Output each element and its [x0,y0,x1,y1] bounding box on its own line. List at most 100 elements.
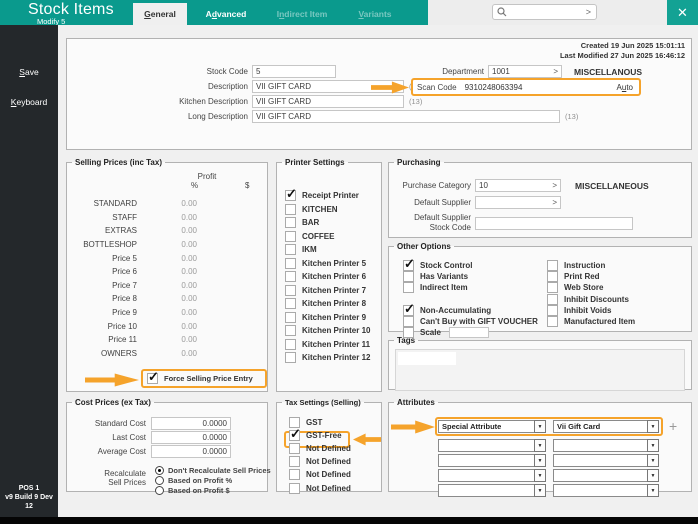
purchase-category-lookup-chevron[interactable]: > [549,181,557,190]
chevron-down-icon[interactable]: ▼ [534,439,546,452]
stock-code-field[interactable]: 5 [252,65,336,78]
chevron-down-icon[interactable]: ▼ [647,484,659,497]
tab-advanced[interactable]: Advanced [194,3,258,25]
chevron-down-icon[interactable]: ▼ [647,420,659,433]
default-supplier-lookup-chevron[interactable]: > [549,198,557,207]
price-value[interactable]: 0.00 [137,294,197,303]
search-go-button[interactable]: > [585,7,592,17]
keyboard-button[interactable]: Keyboard [0,97,58,107]
attribute-value-dropdown[interactable]: ▼ [553,469,659,482]
created-timestamp: Created 19 Jun 2025 15:01:11 [560,41,685,51]
price-value[interactable]: 0.00 [137,335,197,344]
recalc-radio-profit-dollar[interactable] [155,486,164,495]
tab-indirect-item[interactable]: Indirect Item [264,3,340,25]
attribute-type-dropdown[interactable]: ▼ [438,454,546,467]
close-icon: ✕ [677,5,688,21]
price-value[interactable]: 0.00 [137,267,197,276]
chevron-down-icon[interactable]: ▼ [647,454,659,467]
save-button[interactable]: Save [0,67,58,77]
printer-row: Kitchen Printer 8 [277,297,381,311]
printer-settings-panel: Printer Settings Receipt Printer KITCHEN… [276,158,382,392]
price-value[interactable]: 0.00 [137,308,197,317]
scan-code-auto-button[interactable]: Auto [617,83,633,92]
kitchen-description-field[interactable]: VII GIFT CARD [252,95,404,108]
printer-checkbox[interactable] [285,339,296,350]
price-value[interactable]: 0.00 [137,213,197,222]
tax-checkbox[interactable] [289,443,300,454]
tab-general[interactable]: General [133,3,187,25]
chevron-down-icon[interactable]: ▼ [647,469,659,482]
option-checkbox[interactable] [547,294,558,305]
average-cost-field[interactable]: 0.0000 [151,445,231,458]
printer-checkbox[interactable] [285,217,296,228]
printer-checkbox[interactable] [285,244,296,255]
last-cost-field[interactable]: 0.0000 [151,431,231,444]
tax-checkbox[interactable] [289,430,300,441]
option-checkbox[interactable] [403,305,414,316]
tags-area [395,349,685,391]
price-value[interactable]: 0.00 [137,240,197,249]
option-row: Inhibit Voids [547,305,635,316]
option-checkbox[interactable] [547,316,558,327]
attribute-type-dropdown[interactable]: ▼ [438,439,546,452]
attribute-value-dropdown[interactable]: Vii Gift Card▼ [553,420,659,433]
price-value[interactable]: 0.00 [137,254,197,263]
price-value[interactable]: 0.00 [137,199,197,208]
printer-checkbox[interactable] [285,204,296,215]
option-checkbox[interactable] [547,260,558,271]
option-checkbox[interactable] [547,271,558,282]
tax-checkbox[interactable] [289,483,300,494]
attribute-type-dropdown[interactable]: Special Attribute▼ [438,420,546,433]
attribute-value-dropdown[interactable]: ▼ [553,439,659,452]
tag-input[interactable] [398,352,456,365]
printer-checkbox[interactable] [285,352,296,363]
tax-checkbox[interactable] [289,469,300,480]
attribute-type-dropdown[interactable]: ▼ [438,469,546,482]
chevron-down-icon[interactable]: ▼ [534,469,546,482]
attribute-value-dropdown[interactable]: ▼ [553,484,659,497]
search-input[interactable] [510,8,585,17]
printer-checkbox[interactable] [285,258,296,269]
scan-code-field[interactable]: 9310248063394 [465,83,617,92]
default-supplier-stock-code-field[interactable] [475,217,633,230]
standard-cost-field[interactable]: 0.0000 [151,417,231,430]
recalc-radio-none[interactable] [155,466,164,475]
printer-row: BAR [277,216,381,230]
price-value[interactable]: 0.00 [137,226,197,235]
printer-checkbox[interactable] [285,231,296,242]
purchase-category-field[interactable]: 10 > [475,179,561,192]
option-checkbox[interactable] [547,305,558,316]
recalc-radio-profit-percent[interactable] [155,476,164,485]
chevron-down-icon[interactable]: ▼ [647,439,659,452]
department-lookup-chevron[interactable]: > [550,67,558,76]
tab-variants[interactable]: Variants [346,3,404,25]
long-description-field[interactable]: VII GIFT CARD [252,110,560,123]
price-value[interactable]: 0.00 [137,281,197,290]
department-field[interactable]: 1001 > [488,65,562,78]
add-attribute-button[interactable]: + [669,418,677,434]
price-value[interactable]: 0.00 [137,349,197,358]
kitchen-description-label: Kitchen Description [67,97,248,106]
tax-row: Not Defined [289,468,351,481]
printer-checkbox[interactable] [285,285,296,296]
chevron-down-icon[interactable]: ▼ [534,454,546,467]
close-button[interactable]: ✕ [667,0,698,25]
price-value[interactable]: 0.00 [137,322,197,331]
force-selling-price-checkbox[interactable] [147,373,158,384]
printer-checkbox[interactable] [285,325,296,336]
option-checkbox[interactable] [547,282,558,293]
default-supplier-field[interactable]: > [475,196,561,209]
option-checkbox[interactable] [403,316,414,327]
chevron-down-icon[interactable]: ▼ [534,484,546,497]
printer-checkbox[interactable] [285,312,296,323]
option-checkbox[interactable] [403,282,414,293]
option-checkbox[interactable] [403,260,414,271]
attribute-value-dropdown[interactable]: ▼ [553,454,659,467]
tax-checkbox[interactable] [289,456,300,467]
chevron-down-icon[interactable]: ▼ [534,420,546,433]
printer-checkbox[interactable] [285,190,296,201]
attribute-type-dropdown[interactable]: ▼ [438,484,546,497]
printer-checkbox[interactable] [285,271,296,282]
option-checkbox[interactable] [403,271,414,282]
printer-checkbox[interactable] [285,298,296,309]
